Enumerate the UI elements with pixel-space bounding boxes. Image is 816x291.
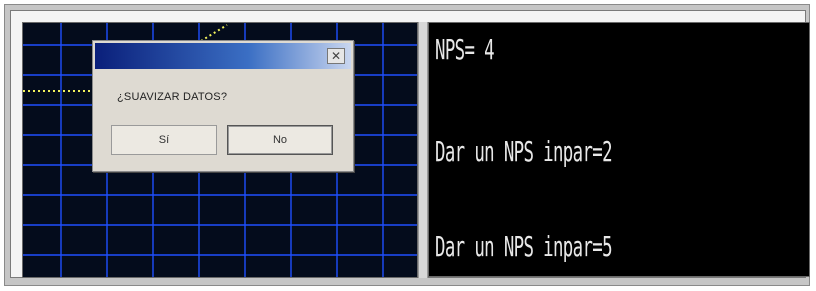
dialog-message: ¿SUAVIZAR DATOS?: [117, 91, 228, 103]
console-line: Dar un NPS inpar=2: [435, 135, 613, 168]
console-line: NPS= 4: [435, 33, 495, 66]
close-icon: ✕: [330, 49, 342, 63]
no-button[interactable]: No: [227, 125, 333, 155]
smooth-data-dialog: ✕ ¿SUAVIZAR DATOS? Sí No: [92, 40, 354, 172]
yes-button[interactable]: Sí: [111, 125, 217, 155]
console-output: NPS= 4 Dar un NPS inpar=2 Dar un NPS inp…: [428, 22, 810, 277]
close-button[interactable]: ✕: [327, 48, 345, 64]
dialog-titlebar[interactable]: ✕: [95, 43, 351, 69]
data-trace: [200, 24, 228, 42]
panel-separator[interactable]: [418, 22, 428, 278]
console-line: Dar un NPS inpar=5: [435, 230, 613, 263]
